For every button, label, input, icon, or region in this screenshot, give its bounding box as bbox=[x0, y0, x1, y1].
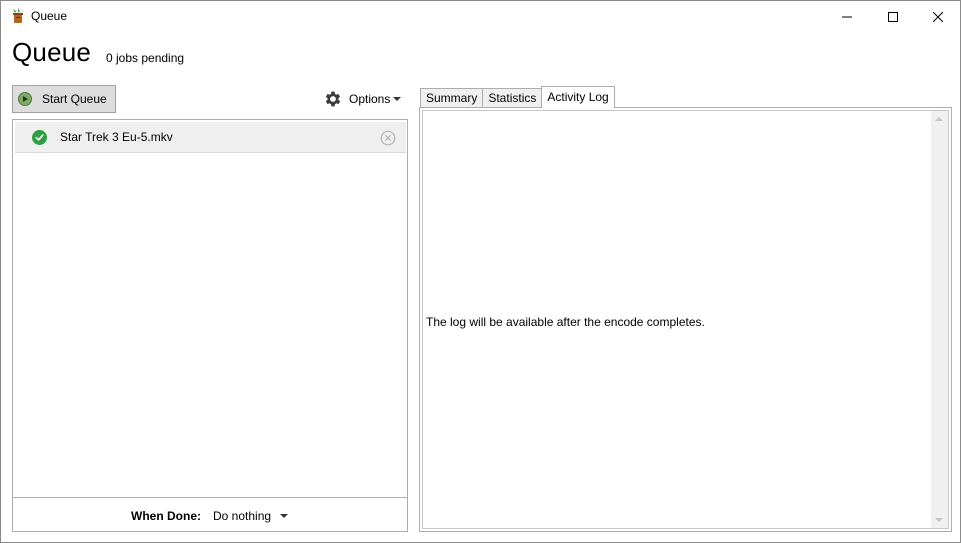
tab-statistics[interactable]: Statistics bbox=[482, 88, 543, 108]
completed-check-icon bbox=[32, 129, 47, 145]
remove-item-icon[interactable] bbox=[380, 130, 396, 146]
options-label: Options bbox=[349, 92, 391, 106]
when-done-label: When Done: bbox=[131, 509, 201, 523]
tab-summary[interactable]: Summary bbox=[420, 88, 484, 108]
chevron-down-icon[interactable] bbox=[280, 514, 288, 518]
activity-log-panel: The log will be available after the enco… bbox=[419, 107, 952, 532]
gear-icon bbox=[325, 91, 341, 107]
when-done-select[interactable]: Do nothing bbox=[213, 509, 271, 523]
window-title: Queue bbox=[31, 9, 68, 23]
start-queue-label: Start Queue bbox=[42, 92, 107, 106]
scroll-down-arrow-icon[interactable] bbox=[935, 518, 943, 522]
start-queue-button[interactable]: Start Queue bbox=[12, 85, 116, 113]
queue-window: Queue Queue 0 jobs pending Start Queue O… bbox=[0, 0, 961, 543]
pending-jobs-count: 0 jobs pending bbox=[106, 51, 185, 65]
tab-activity-log[interactable]: Activity Log bbox=[541, 86, 615, 108]
tab-strip: Summary Statistics Activity Log bbox=[420, 86, 615, 108]
activity-log-textbox[interactable]: The log will be available after the enco… bbox=[422, 110, 949, 529]
chevron-down-icon bbox=[393, 97, 402, 101]
play-icon bbox=[18, 92, 32, 106]
queue-list: Star Trek 3 Eu-5.mkv When Done: Do nothi… bbox=[12, 119, 408, 532]
log-placeholder-message: The log will be available after the enco… bbox=[426, 315, 705, 329]
options-dropdown[interactable]: Options bbox=[323, 89, 402, 109]
minimize-icon bbox=[842, 16, 852, 17]
title-bar[interactable]: Queue bbox=[1, 1, 960, 32]
queue-item[interactable]: Star Trek 3 Eu-5.mkv bbox=[15, 122, 406, 153]
scroll-up-arrow-icon[interactable] bbox=[935, 117, 943, 121]
when-done-bar: When Done: Do nothing bbox=[13, 497, 407, 531]
vertical-scrollbar[interactable] bbox=[931, 111, 948, 528]
handbrake-app-icon bbox=[13, 8, 23, 23]
page-title: Queue bbox=[12, 37, 92, 67]
queue-item-name: Star Trek 3 Eu-5.mkv bbox=[60, 130, 173, 144]
maximize-icon bbox=[888, 11, 898, 22]
maximize-button[interactable] bbox=[870, 1, 916, 32]
close-icon bbox=[933, 11, 943, 22]
close-button[interactable] bbox=[915, 1, 961, 32]
minimize-button[interactable] bbox=[824, 1, 870, 32]
